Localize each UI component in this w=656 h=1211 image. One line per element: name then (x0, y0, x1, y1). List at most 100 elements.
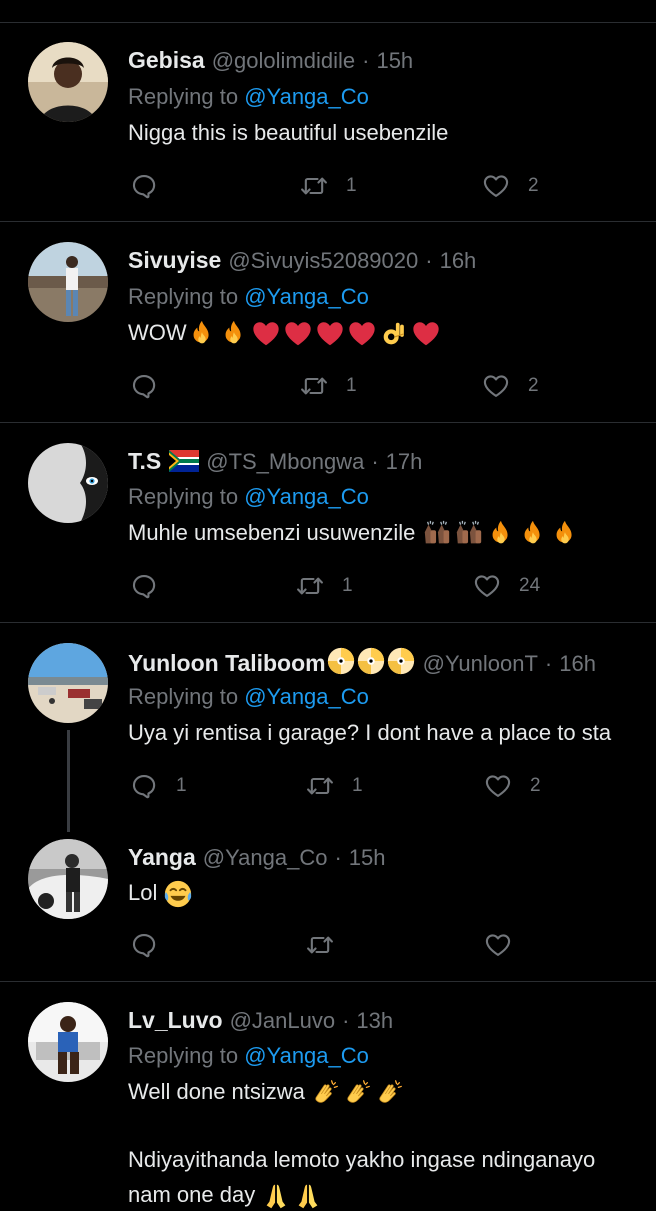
author-handle[interactable]: @TS_Mbongwa (206, 449, 364, 474)
replying-to-handle[interactable]: @Yanga_Co (244, 1043, 369, 1068)
avatar[interactable] (28, 42, 108, 122)
reply-button[interactable] (130, 369, 176, 403)
like-button[interactable]: 2 (484, 769, 541, 803)
timestamp[interactable]: 15h (376, 48, 413, 73)
replying-to-handle[interactable]: @Yanga_Co (244, 684, 369, 709)
fire-emoji-icon (550, 519, 580, 549)
retweet-count: 1 (352, 775, 363, 796)
replying-to: Replying to @Yanga_Co (128, 483, 369, 511)
folded-hands-emoji-icon (261, 1181, 291, 1211)
retweet-count: 1 (346, 175, 357, 196)
author-handle[interactable]: @gololimdidile (212, 48, 355, 73)
author-handle[interactable]: @Sivuyis52089020 (228, 248, 418, 273)
replying-to-handle[interactable]: @Yanga_Co (244, 284, 369, 309)
author-name[interactable]: Yanga (128, 844, 196, 870)
thread-line (67, 730, 70, 832)
replying-to-label: Replying to (128, 684, 239, 709)
tweet-text-content: Well done ntsizwa (128, 1079, 305, 1104)
south-africa-flag-icon (169, 450, 200, 472)
replying-to-label: Replying to (128, 84, 239, 109)
timestamp[interactable]: 16h (559, 651, 596, 676)
ok-hand-emoji-icon (379, 319, 409, 349)
top-divider (0, 22, 656, 23)
emoji-row (187, 319, 441, 349)
emoji-row (311, 1078, 405, 1108)
action-bar: 1 2 (128, 369, 656, 403)
retweet-button[interactable]: 1 (306, 769, 363, 803)
like-count: 2 (528, 175, 539, 196)
author-name[interactable]: Yunloon Taliboom (128, 650, 326, 676)
tweet-text-line-2: Ndiyayithanda lemoto yakho ingase ndinga… (128, 1147, 596, 1172)
separator-dot: · (544, 651, 553, 676)
reply-icon (130, 172, 158, 200)
fire-emoji-icon (219, 319, 249, 349)
tweet-divider (0, 622, 656, 623)
reply-button[interactable] (130, 169, 176, 203)
reply-button[interactable] (130, 928, 176, 962)
timestamp[interactable]: 15h (349, 845, 386, 870)
timestamp[interactable]: 17h (386, 449, 423, 474)
fire-emoji-icon (518, 519, 548, 549)
red-heart-emoji-icon (251, 319, 281, 349)
fire-emoji-icon (187, 319, 217, 349)
author-name[interactable]: Gebisa (128, 47, 205, 73)
reply-button[interactable]: 1 (130, 769, 187, 803)
emoji-row (422, 519, 580, 549)
retweet-button[interactable] (306, 928, 352, 962)
action-bar: 1 24 (128, 569, 656, 603)
replying-to-label: Replying to (128, 1043, 239, 1068)
fire-emoji-icon (486, 519, 516, 549)
red-heart-emoji-icon (411, 319, 441, 349)
dvd-disc-icon (356, 646, 386, 676)
like-button[interactable] (484, 928, 530, 962)
reply-button[interactable] (130, 569, 176, 603)
avatar[interactable] (28, 242, 108, 322)
timestamp[interactable]: 16h (440, 248, 477, 273)
retweet-icon (300, 372, 328, 400)
like-button[interactable]: 2 (482, 369, 539, 403)
tweet-text-line-3: nam one day (128, 1180, 323, 1211)
author-handle[interactable]: @JanLuvo (230, 1008, 336, 1033)
author-name[interactable]: Sivuyise (128, 247, 221, 273)
heart-icon (482, 372, 510, 400)
replying-to: Replying to @Yanga_Co (128, 683, 369, 711)
author-name[interactable]: T.S (128, 448, 161, 474)
reply-icon (130, 372, 158, 400)
raising-hands-emoji-icon (454, 519, 484, 549)
folded-hands-emoji-icon (293, 1181, 323, 1211)
like-button[interactable]: 24 (473, 569, 540, 603)
retweet-icon (306, 931, 334, 959)
author-name[interactable]: Lv_Luvo (128, 1007, 223, 1033)
retweet-button[interactable]: 1 (296, 569, 353, 603)
author-handle[interactable]: @Yanga_Co (203, 845, 328, 870)
author-handle[interactable]: @YunloonT (423, 651, 538, 676)
action-bar (128, 928, 656, 962)
red-heart-emoji-icon (347, 319, 377, 349)
like-count: 2 (530, 775, 541, 796)
reply-count: 1 (176, 775, 187, 796)
like-count: 24 (519, 575, 541, 596)
avatar[interactable] (28, 839, 108, 919)
like-button[interactable]: 2 (482, 169, 539, 203)
red-heart-emoji-icon (315, 319, 345, 349)
action-bar: 1 1 2 (128, 769, 656, 803)
heart-icon (484, 931, 512, 959)
avatar[interactable] (28, 643, 108, 723)
tweet-text-content: Lol (128, 880, 158, 905)
retweet-button[interactable]: 1 (300, 369, 357, 403)
reply-icon (130, 572, 158, 600)
retweet-icon (306, 772, 334, 800)
replying-to-handle[interactable]: @Yanga_Co (244, 484, 369, 509)
avatar[interactable] (28, 443, 108, 523)
separator-dot: · (342, 1008, 350, 1033)
replying-to-label: Replying to (128, 484, 239, 509)
heart-icon (484, 772, 512, 800)
retweet-button[interactable]: 1 (300, 169, 357, 203)
clapping-hands-emoji-icon (311, 1078, 341, 1108)
replying-to: Replying to @Yanga_Co (128, 1042, 369, 1070)
heart-icon (473, 572, 501, 600)
replying-to-handle[interactable]: @Yanga_Co (244, 84, 369, 109)
clapping-hands-emoji-icon (343, 1078, 373, 1108)
avatar[interactable] (28, 1002, 108, 1082)
timestamp[interactable]: 13h (356, 1008, 393, 1033)
